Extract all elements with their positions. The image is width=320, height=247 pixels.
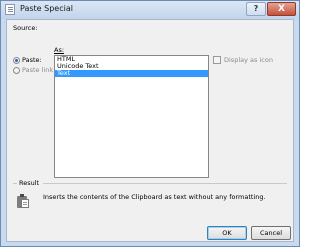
close-button[interactable]: X xyxy=(267,2,296,16)
list-item[interactable]: Text xyxy=(55,70,208,77)
paste-radio[interactable] xyxy=(13,57,20,64)
result-separator-left xyxy=(13,183,17,184)
dialog-body: Source: As: Paste: Paste link: HTML Unic… xyxy=(6,19,294,242)
cancel-button[interactable]: Cancel xyxy=(251,226,291,240)
as-label: As: xyxy=(54,46,65,54)
paste-radio-label[interactable]: Paste: xyxy=(22,56,42,64)
result-description: Inserts the contents of the Clipboard as… xyxy=(43,193,266,201)
result-separator-right xyxy=(43,183,287,184)
result-label: Result xyxy=(19,179,40,187)
paste-special-dialog: Paste Special ? X Source: As: Paste: Pas… xyxy=(0,0,300,247)
list-item[interactable]: Unicode Text xyxy=(55,63,208,70)
help-button[interactable]: ? xyxy=(246,2,266,16)
ok-button[interactable]: OK xyxy=(207,226,247,240)
clipboard-icon xyxy=(17,194,29,208)
display-as-icon-label[interactable]: Display as icon xyxy=(224,56,273,64)
document-icon xyxy=(5,4,15,15)
source-label: Source: xyxy=(13,24,38,32)
paste-link-radio-label[interactable]: Paste link: xyxy=(22,66,55,74)
paste-link-radio[interactable] xyxy=(13,67,20,74)
title-bar: Paste Special ? X xyxy=(1,1,299,19)
display-as-icon-checkbox[interactable] xyxy=(213,56,221,64)
format-listbox[interactable]: HTML Unicode Text Text xyxy=(54,55,209,178)
dialog-title: Paste Special xyxy=(20,4,73,13)
